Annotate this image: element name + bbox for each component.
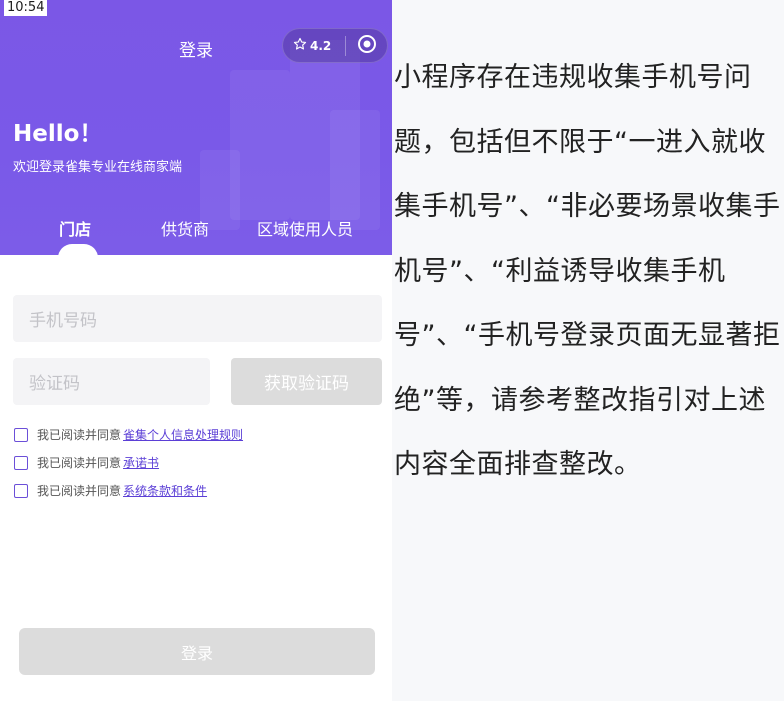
agreement-link-pledge[interactable]: 承诺书: [123, 454, 159, 471]
agreement-row-privacy: 我已阅读并同意 雀集个人信息处理规则: [14, 426, 243, 443]
code-placeholder: 验证码: [29, 374, 80, 394]
rating-button[interactable]: 4.2: [283, 37, 345, 54]
agreement-checkbox[interactable]: [14, 427, 28, 442]
mini-program-capsule: 4.2: [282, 28, 388, 63]
agreement-checkbox[interactable]: [14, 483, 28, 498]
tab-store[interactable]: 门店: [59, 216, 91, 240]
phone-input[interactable]: 手机号码: [13, 295, 382, 342]
screen-root: 10:54 登录 4.2 Hello！ 欢迎登录雀集专业在线商家端 门店 供货商…: [0, 0, 784, 701]
tab-supplier[interactable]: 供货商: [161, 216, 209, 240]
close-button[interactable]: [346, 33, 387, 59]
greeting: Hello！: [13, 121, 103, 147]
active-tab-indicator: [58, 244, 98, 258]
agreement-link-privacy-rules[interactable]: 雀集个人信息处理规则: [123, 426, 243, 443]
target-icon: [356, 33, 378, 59]
star-icon: [293, 37, 307, 54]
agreement-prefix: 我已阅读并同意: [37, 428, 122, 442]
login-page: 10:54 登录 4.2 Hello！ 欢迎登录雀集专业在线商家端 门店 供货商…: [0, 0, 392, 701]
agreement-prefix: 我已阅读并同意: [37, 484, 122, 498]
status-bar-time: 10:54: [4, 0, 48, 16]
login-button[interactable]: 登录: [19, 628, 375, 675]
agreement-row-pledge: 我已阅读并同意 承诺书: [14, 454, 159, 471]
agreement-checkbox[interactable]: [14, 455, 28, 470]
agreement-row-terms: 我已阅读并同意 系统条款和条件: [14, 482, 207, 499]
code-input[interactable]: 验证码: [13, 358, 210, 405]
rating-value: 4.2: [310, 38, 332, 53]
violation-notice-text: 小程序存在违规收集手机号问题，包括但不限于“一进入就收集手机号”、“非必要场景收…: [394, 62, 781, 480]
phone-placeholder: 手机号码: [29, 311, 97, 331]
tab-regional-staff[interactable]: 区域使用人员: [257, 216, 353, 240]
get-code-button[interactable]: 获取验证码: [231, 358, 382, 405]
role-tabs: 门店 供货商 区域使用人员: [0, 216, 392, 240]
agreement-link-terms[interactable]: 系统条款和条件: [123, 482, 207, 499]
agreement-prefix: 我已阅读并同意: [37, 456, 122, 470]
decorative-block: [330, 110, 380, 230]
welcome-subtitle: 欢迎登录雀集专业在线商家端: [13, 160, 183, 175]
violation-notice-panel: 小程序存在违规收集手机号问题，包括但不限于“一进入就收集手机号”、“非必要场景收…: [392, 0, 784, 701]
